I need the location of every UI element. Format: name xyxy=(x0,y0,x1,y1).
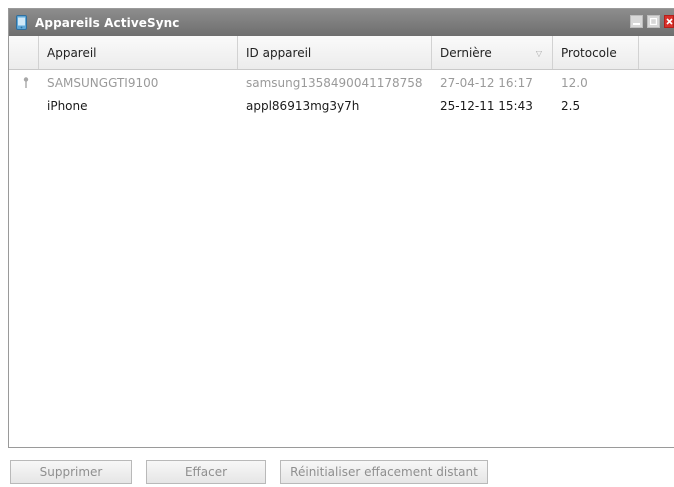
cell-device: SAMSUNGGTI9100 xyxy=(47,76,159,90)
table-row[interactable]: SAMSUNGGTI9100 samsung1358490041178758 2… xyxy=(9,72,674,94)
cell-last: 25-12-11 15:43 xyxy=(440,99,533,113)
column-header-device-id[interactable]: ID appareil xyxy=(238,36,432,69)
column-header-label: Appareil xyxy=(47,45,97,60)
table-row[interactable]: iPhone appl86913mg3y7h 25-12-11 15:43 2.… xyxy=(9,95,674,117)
column-header-label: Protocole xyxy=(561,45,617,60)
column-header-label: ID appareil xyxy=(246,45,312,60)
pin-icon xyxy=(23,77,29,91)
cell-last: 27-04-12 16:17 xyxy=(440,76,533,90)
maximize-icon[interactable] xyxy=(647,15,660,28)
activesync-window: Appareils ActiveSync Appareil ID apparei… xyxy=(8,8,674,449)
cell-device-id: samsung1358490041178758 xyxy=(246,76,423,90)
column-header-device[interactable]: Appareil xyxy=(39,36,238,69)
device-icon xyxy=(15,15,27,30)
title-bar[interactable]: Appareils ActiveSync xyxy=(9,9,674,36)
sort-filter-icon[interactable]: ▽ xyxy=(536,49,542,58)
wipe-button[interactable]: Effacer xyxy=(146,460,266,484)
table-header: Appareil ID appareil Dernière ▽ Protocol… xyxy=(9,36,674,70)
window-controls xyxy=(630,15,674,28)
cell-device: iPhone xyxy=(47,99,88,113)
cell-protocol: 2.5 xyxy=(561,99,581,113)
window-title: Appareils ActiveSync xyxy=(35,15,180,30)
delete-button[interactable]: Supprimer xyxy=(10,460,132,484)
column-header-label: Dernière xyxy=(440,45,492,60)
minimize-icon[interactable] xyxy=(630,15,643,28)
column-header-protocol[interactable]: Protocole xyxy=(553,36,639,69)
close-icon[interactable] xyxy=(664,15,674,28)
devices-table: Appareil ID appareil Dernière ▽ Protocol… xyxy=(9,36,674,449)
cell-device-id: appl86913mg3y7h xyxy=(246,99,360,113)
button-bar: Supprimer Effacer Réinitialiser effaceme… xyxy=(0,448,674,487)
cell-protocol: 12.0 xyxy=(561,76,588,90)
column-header-last[interactable]: Dernière ▽ xyxy=(432,36,553,69)
reset-remote-wipe-button[interactable]: Réinitialiser effacement distant xyxy=(280,460,488,484)
header-marker-column xyxy=(9,36,39,69)
